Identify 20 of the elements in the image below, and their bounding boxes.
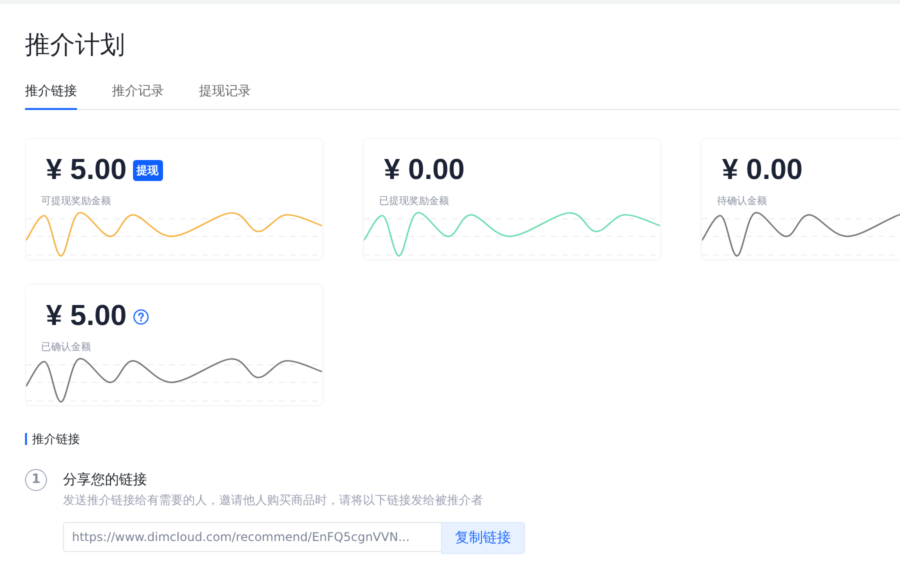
link-field[interactable]: https://www.dimcloud.com/recommend/EnFQ5cgnVVN...	[63, 522, 441, 552]
copy-link-button[interactable]: 复制链接	[441, 522, 525, 554]
amount-label: 可提现奖励金额	[40, 194, 112, 208]
amount: ¥ 0.00	[384, 154, 465, 188]
tab[interactable]: 推介记录	[112, 76, 164, 110]
withdraw-button[interactable]: 提现	[132, 160, 163, 182]
tab[interactable]: 推介链接	[25, 76, 77, 110]
step-description: 发送推介链接给有需要的人，邀请他人购买商品时，请将以下链接发给被推介者	[63, 492, 484, 509]
amount: ¥ 0.00	[722, 154, 803, 188]
help-icon[interactable]	[132, 308, 149, 325]
amount: ¥ 5.00	[46, 300, 127, 334]
page-title: 推介计划	[25, 29, 126, 61]
step-title: 分享您的链接	[63, 471, 148, 489]
amount: ¥ 5.00	[46, 154, 127, 188]
amount-label: 已确认金额	[40, 340, 92, 354]
amount-label: 待确认金额	[716, 194, 768, 208]
amount-label: 已提现奖励金额	[378, 194, 450, 208]
tab[interactable]: 提现记录	[199, 76, 251, 110]
step-number: 1	[25, 469, 47, 491]
section-title: 推介链接	[25, 433, 80, 445]
